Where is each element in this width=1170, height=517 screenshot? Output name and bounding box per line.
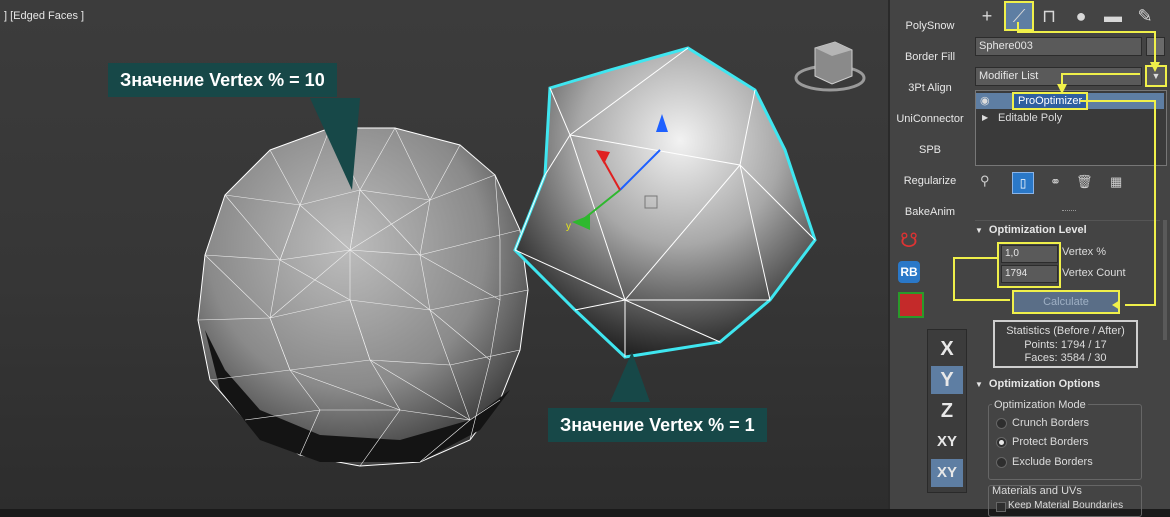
exclude-borders-radio[interactable] (996, 457, 1007, 468)
crunch-borders-label[interactable]: Crunch Borders (1012, 417, 1089, 429)
panel-scrollbar[interactable] (1163, 220, 1167, 340)
axis-x-button[interactable]: X (931, 335, 963, 363)
statistics-box: Statistics (Before / After) Points: 1794… (993, 320, 1138, 368)
viewcube (794, 41, 866, 92)
statistics-points: Points: 1794 / 17 (1024, 339, 1107, 351)
crunch-borders-radio[interactable] (996, 418, 1007, 429)
optimization-options-title: Optimization Options (988, 378, 1101, 390)
grid-tool-icon[interactable] (898, 292, 924, 318)
callout-right-pointer (610, 352, 650, 402)
svg-text:y: y (566, 221, 571, 232)
callout-vertex-10: Значение Vertex % = 10 (108, 63, 337, 97)
axis-xy-button[interactable]: XY (931, 428, 963, 456)
materials-title: Materials and UVs (992, 485, 1082, 497)
rb-button[interactable]: RB (898, 261, 920, 283)
axis-y-button[interactable]: Y (931, 366, 963, 394)
annotation-connectors (953, 22, 1160, 310)
statistics-faces: Faces: 3584 / 30 (1024, 352, 1107, 364)
protect-borders-radio[interactable] (996, 437, 1007, 448)
optimization-options-header[interactable]: ▼ Optimization Options (975, 378, 1160, 390)
keep-material-label[interactable]: Keep Material Boundaries (1008, 500, 1123, 509)
viewport[interactable]: y ] [Edged Faces ] Значение Vertex % = 1… (0, 0, 888, 509)
keep-material-checkbox[interactable] (996, 502, 1006, 512)
axis-constraints: X Y Z XY XY (927, 329, 967, 493)
protect-borders-label[interactable]: Protect Borders (1012, 436, 1088, 448)
callout-vertex-1: Значение Vertex % = 1 (548, 408, 767, 442)
sphere-low-poly (513, 46, 817, 359)
axis-xy-toggle-button[interactable]: XY (931, 459, 963, 487)
collapse-triangle-icon: ▼ (975, 380, 983, 389)
exclude-borders-label[interactable]: Exclude Borders (1012, 456, 1093, 468)
optimization-mode-title: Optimization Mode (992, 399, 1088, 411)
viewport-label[interactable]: ] [Edged Faces ] (4, 10, 84, 22)
horseshoe-icon[interactable]: ☋ (898, 230, 920, 252)
statistics-title: Statistics (Before / After) (1006, 325, 1125, 337)
axis-z-button[interactable]: Z (931, 397, 963, 425)
